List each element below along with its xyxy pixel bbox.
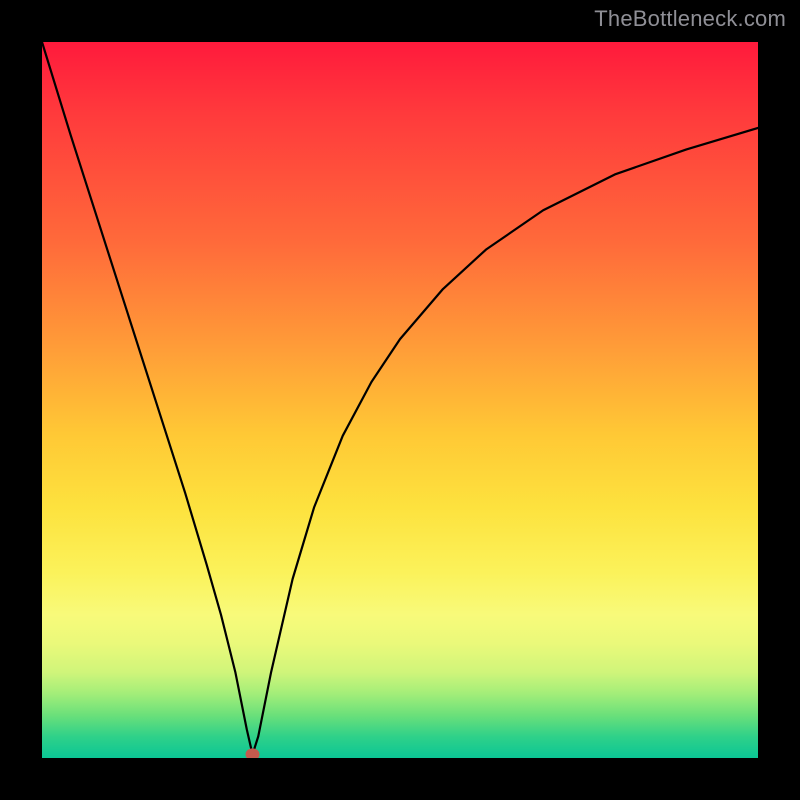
watermark-text: TheBottleneck.com bbox=[594, 6, 786, 32]
bottleneck-curve bbox=[42, 42, 758, 754]
plot-area bbox=[42, 42, 758, 758]
minimum-marker bbox=[246, 748, 260, 758]
curve-svg bbox=[42, 42, 758, 758]
chart-frame: TheBottleneck.com bbox=[0, 0, 800, 800]
